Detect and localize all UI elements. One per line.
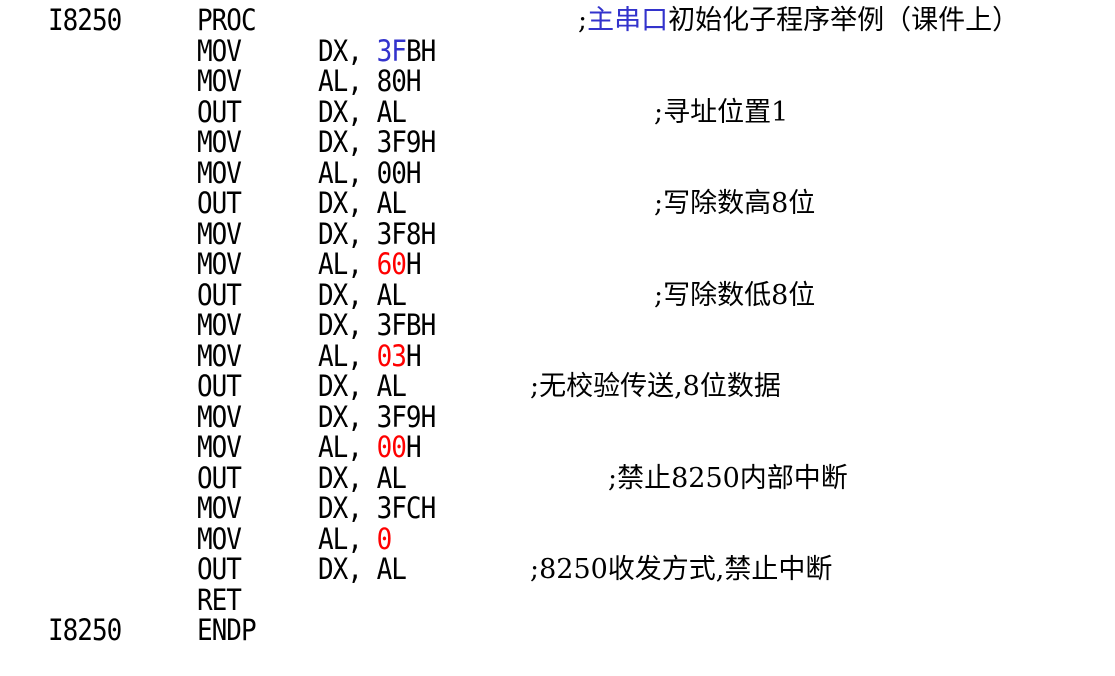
code-line-proc: I8250 PROC ;主串口初始化子程序举例（课件上） [0, 4, 1115, 38]
code-line: MOV DX, 3FCH [0, 492, 1115, 526]
operand-highlight: 60 [376, 248, 407, 282]
instruction-operands: DX, AL [318, 278, 407, 313]
instruction-op: MOV [197, 400, 242, 435]
code-line: MOV DX, 3F8H [0, 217, 1115, 252]
instruction-op: MOV [197, 339, 242, 374]
instruction-operands: DX, 3F9H [318, 400, 436, 435]
code-line: MOV AL, 60H [0, 248, 1115, 282]
code-line: MOV AL, 00H [0, 156, 1115, 191]
instruction-op: OUT [197, 95, 242, 130]
instruction-operands: DX, 3FBH [318, 34, 436, 69]
code-line: OUT DX, AL ;写除数低8位 [0, 278, 1115, 313]
instruction-operands: AL, 60H [318, 248, 422, 282]
instruction-op: MOV [197, 248, 242, 282]
instruction-operands: AL, 00H [318, 431, 422, 465]
instruction-operands: DX, AL [318, 187, 407, 221]
code-line: MOV AL, 00H [0, 431, 1115, 465]
instruction-operands: DX, AL [318, 553, 407, 587]
operand-highlight: 3F [376, 34, 407, 69]
line-comment: ;写除数低8位 [654, 279, 816, 311]
instruction-operands: DX, AL [318, 461, 407, 496]
proc-label: I8250 [48, 614, 122, 648]
instruction-op: OUT [197, 461, 242, 496]
instruction-op: MOV [197, 156, 242, 191]
instruction-op: MOV [197, 34, 242, 69]
code-line: OUT DX, AL ;无校验传送,8位数据 [0, 370, 1115, 404]
instruction-operands: DX, 3F8H [318, 217, 436, 252]
proc-comment: ;主串口初始化子程序举例（课件上） [578, 5, 1020, 36]
code-line: MOV AL, 0 [0, 522, 1115, 557]
operand-highlight: 00 [376, 431, 407, 465]
code-line: MOV DX, 3F9H [0, 400, 1115, 435]
instruction-operands: DX, AL [318, 370, 407, 404]
instruction-op: MOV [197, 65, 242, 99]
operand-highlight: 0 [376, 522, 393, 557]
line-comment: ;禁止8250内部中断 [608, 462, 848, 494]
instruction-operands: AL, 03H [318, 339, 422, 374]
instruction-operands: DX, 3F9H [318, 126, 436, 160]
instruction-op: MOV [197, 522, 242, 557]
instruction-op: MOV [197, 309, 242, 343]
operand-highlight: 03 [376, 339, 407, 374]
code-line: OUT DX, AL ;寻址位置1 [0, 95, 1115, 130]
line-comment: ;写除数高8位 [654, 188, 816, 219]
instruction-operands: DX, AL [318, 95, 407, 130]
instruction-op: OUT [197, 553, 242, 587]
code-line: MOV DX, 3F9H [0, 126, 1115, 160]
line-comment: ;无校验传送,8位数据 [530, 371, 781, 402]
instruction-op: OUT [197, 278, 242, 313]
code-line: OUT DX, AL ;写除数高8位 [0, 187, 1115, 221]
code-line: RET [0, 583, 1115, 618]
line-comment: ;8250收发方式,禁止中断 [530, 554, 833, 585]
code-line: OUT DX, AL ;禁止8250内部中断 [0, 461, 1115, 496]
assembly-listing: I8250 PROC ;主串口初始化子程序举例（课件上） MOV DX, 3FB… [0, 4, 1115, 648]
code-line: MOV AL, 80H [0, 65, 1115, 99]
instruction-operands: AL, 0 [318, 522, 393, 557]
instruction-op: OUT [197, 187, 242, 221]
code-line: MOV AL, 03H [0, 339, 1115, 374]
code-line-endp: I8250 ENDP [0, 614, 1115, 648]
line-comment: ;寻址位置1 [654, 96, 789, 128]
instruction-op: MOV [197, 431, 242, 465]
directive-endp: ENDP [197, 614, 257, 648]
instruction-op: MOV [197, 126, 242, 160]
instruction-operands: AL, 80H [318, 65, 422, 99]
directive-proc: PROC [197, 4, 257, 38]
code-line: MOV DX, 3FBH [0, 34, 1115, 69]
code-line: OUT DX, AL ;8250收发方式,禁止中断 [0, 553, 1115, 587]
instruction-op: MOV [197, 492, 242, 526]
instruction-operands: DX, 3FCH [318, 492, 436, 526]
code-line: MOV DX, 3FBH [0, 309, 1115, 343]
instruction-op: RET [197, 583, 242, 618]
instruction-op: OUT [197, 370, 242, 404]
proc-label: I8250 [48, 4, 122, 38]
instruction-operands: DX, 3FBH [318, 309, 436, 343]
comment-highlight: 主串口 [587, 5, 669, 36]
instruction-op: MOV [197, 217, 242, 252]
instruction-operands: AL, 00H [318, 156, 422, 191]
